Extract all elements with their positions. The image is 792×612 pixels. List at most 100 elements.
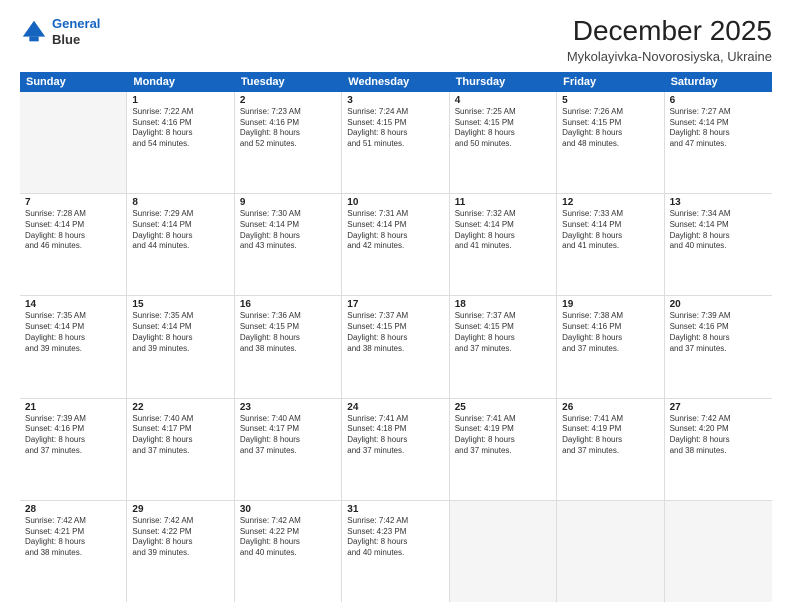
cell-content: Sunrise: 7:35 AM Sunset: 4:14 PM Dayligh… <box>132 311 228 354</box>
calendar-cell: 9Sunrise: 7:30 AM Sunset: 4:14 PM Daylig… <box>235 194 342 295</box>
day-number: 24 <box>347 402 443 413</box>
cell-content: Sunrise: 7:30 AM Sunset: 4:14 PM Dayligh… <box>240 209 336 252</box>
cell-content: Sunrise: 7:36 AM Sunset: 4:15 PM Dayligh… <box>240 311 336 354</box>
cell-content: Sunrise: 7:39 AM Sunset: 4:16 PM Dayligh… <box>25 414 121 457</box>
calendar-cell: 11Sunrise: 7:32 AM Sunset: 4:14 PM Dayli… <box>450 194 557 295</box>
calendar-cell: 30Sunrise: 7:42 AM Sunset: 4:22 PM Dayli… <box>235 501 342 602</box>
calendar-cell: 28Sunrise: 7:42 AM Sunset: 4:21 PM Dayli… <box>20 501 127 602</box>
calendar-cell: 31Sunrise: 7:42 AM Sunset: 4:23 PM Dayli… <box>342 501 449 602</box>
cell-content: Sunrise: 7:37 AM Sunset: 4:15 PM Dayligh… <box>347 311 443 354</box>
page: General Blue December 2025 Mykolayivka-N… <box>0 0 792 612</box>
calendar-cell <box>450 501 557 602</box>
header-day-sunday: Sunday <box>20 72 127 92</box>
day-number: 23 <box>240 402 336 413</box>
calendar-cell: 2Sunrise: 7:23 AM Sunset: 4:16 PM Daylig… <box>235 92 342 193</box>
day-number: 22 <box>132 402 228 413</box>
day-number: 29 <box>132 504 228 515</box>
cell-content: Sunrise: 7:22 AM Sunset: 4:16 PM Dayligh… <box>132 107 228 150</box>
day-number: 15 <box>132 299 228 310</box>
day-number: 7 <box>25 197 121 208</box>
calendar: SundayMondayTuesdayWednesdayThursdayFrid… <box>20 72 772 602</box>
cell-content: Sunrise: 7:33 AM Sunset: 4:14 PM Dayligh… <box>562 209 658 252</box>
header-day-saturday: Saturday <box>665 72 772 92</box>
cell-content: Sunrise: 7:41 AM Sunset: 4:19 PM Dayligh… <box>455 414 551 457</box>
cell-content: Sunrise: 7:26 AM Sunset: 4:15 PM Dayligh… <box>562 107 658 150</box>
cell-content: Sunrise: 7:39 AM Sunset: 4:16 PM Dayligh… <box>670 311 767 354</box>
cell-content: Sunrise: 7:35 AM Sunset: 4:14 PM Dayligh… <box>25 311 121 354</box>
calendar-cell: 8Sunrise: 7:29 AM Sunset: 4:14 PM Daylig… <box>127 194 234 295</box>
day-number: 3 <box>347 95 443 106</box>
calendar-cell <box>557 501 664 602</box>
calendar-cell: 21Sunrise: 7:39 AM Sunset: 4:16 PM Dayli… <box>20 399 127 500</box>
calendar-cell: 18Sunrise: 7:37 AM Sunset: 4:15 PM Dayli… <box>450 296 557 397</box>
day-number: 25 <box>455 402 551 413</box>
main-title: December 2025 <box>567 16 772 47</box>
calendar-cell: 5Sunrise: 7:26 AM Sunset: 4:15 PM Daylig… <box>557 92 664 193</box>
logo-general: General <box>52 16 100 31</box>
calendar-cell: 27Sunrise: 7:42 AM Sunset: 4:20 PM Dayli… <box>665 399 772 500</box>
calendar-cell: 16Sunrise: 7:36 AM Sunset: 4:15 PM Dayli… <box>235 296 342 397</box>
cell-content: Sunrise: 7:28 AM Sunset: 4:14 PM Dayligh… <box>25 209 121 252</box>
cell-content: Sunrise: 7:29 AM Sunset: 4:14 PM Dayligh… <box>132 209 228 252</box>
cell-content: Sunrise: 7:41 AM Sunset: 4:19 PM Dayligh… <box>562 414 658 457</box>
cell-content: Sunrise: 7:42 AM Sunset: 4:21 PM Dayligh… <box>25 516 121 559</box>
cell-content: Sunrise: 7:34 AM Sunset: 4:14 PM Dayligh… <box>670 209 767 252</box>
calendar-cell: 14Sunrise: 7:35 AM Sunset: 4:14 PM Dayli… <box>20 296 127 397</box>
day-number: 26 <box>562 402 658 413</box>
title-block: December 2025 Mykolayivka-Novorosiyska, … <box>567 16 772 64</box>
calendar-cell: 25Sunrise: 7:41 AM Sunset: 4:19 PM Dayli… <box>450 399 557 500</box>
day-number: 4 <box>455 95 551 106</box>
logo-text: General Blue <box>52 16 100 47</box>
cell-content: Sunrise: 7:42 AM Sunset: 4:22 PM Dayligh… <box>240 516 336 559</box>
calendar-cell: 20Sunrise: 7:39 AM Sunset: 4:16 PM Dayli… <box>665 296 772 397</box>
cell-content: Sunrise: 7:24 AM Sunset: 4:15 PM Dayligh… <box>347 107 443 150</box>
calendar-cell: 23Sunrise: 7:40 AM Sunset: 4:17 PM Dayli… <box>235 399 342 500</box>
day-number: 12 <box>562 197 658 208</box>
calendar-row: 21Sunrise: 7:39 AM Sunset: 4:16 PM Dayli… <box>20 399 772 501</box>
calendar-cell: 3Sunrise: 7:24 AM Sunset: 4:15 PM Daylig… <box>342 92 449 193</box>
day-number: 10 <box>347 197 443 208</box>
calendar-cell <box>20 92 127 193</box>
day-number: 19 <box>562 299 658 310</box>
calendar-cell: 26Sunrise: 7:41 AM Sunset: 4:19 PM Dayli… <box>557 399 664 500</box>
day-number: 21 <box>25 402 121 413</box>
header-day-wednesday: Wednesday <box>342 72 449 92</box>
calendar-row: 28Sunrise: 7:42 AM Sunset: 4:21 PM Dayli… <box>20 501 772 602</box>
day-number: 16 <box>240 299 336 310</box>
calendar-cell: 19Sunrise: 7:38 AM Sunset: 4:16 PM Dayli… <box>557 296 664 397</box>
header: General Blue December 2025 Mykolayivka-N… <box>20 16 772 64</box>
day-number: 6 <box>670 95 767 106</box>
header-day-tuesday: Tuesday <box>235 72 342 92</box>
cell-content: Sunrise: 7:40 AM Sunset: 4:17 PM Dayligh… <box>240 414 336 457</box>
calendar-cell: 6Sunrise: 7:27 AM Sunset: 4:14 PM Daylig… <box>665 92 772 193</box>
header-day-thursday: Thursday <box>450 72 557 92</box>
cell-content: Sunrise: 7:42 AM Sunset: 4:23 PM Dayligh… <box>347 516 443 559</box>
cell-content: Sunrise: 7:23 AM Sunset: 4:16 PM Dayligh… <box>240 107 336 150</box>
day-number: 31 <box>347 504 443 515</box>
calendar-cell: 10Sunrise: 7:31 AM Sunset: 4:14 PM Dayli… <box>342 194 449 295</box>
calendar-cell <box>665 501 772 602</box>
cell-content: Sunrise: 7:40 AM Sunset: 4:17 PM Dayligh… <box>132 414 228 457</box>
day-number: 20 <box>670 299 767 310</box>
subtitle: Mykolayivka-Novorosiyska, Ukraine <box>567 49 772 64</box>
cell-content: Sunrise: 7:32 AM Sunset: 4:14 PM Dayligh… <box>455 209 551 252</box>
cell-content: Sunrise: 7:42 AM Sunset: 4:22 PM Dayligh… <box>132 516 228 559</box>
calendar-cell: 29Sunrise: 7:42 AM Sunset: 4:22 PM Dayli… <box>127 501 234 602</box>
calendar-cell: 15Sunrise: 7:35 AM Sunset: 4:14 PM Dayli… <box>127 296 234 397</box>
calendar-cell: 13Sunrise: 7:34 AM Sunset: 4:14 PM Dayli… <box>665 194 772 295</box>
cell-content: Sunrise: 7:41 AM Sunset: 4:18 PM Dayligh… <box>347 414 443 457</box>
day-number: 9 <box>240 197 336 208</box>
day-number: 1 <box>132 95 228 106</box>
calendar-cell: 1Sunrise: 7:22 AM Sunset: 4:16 PM Daylig… <box>127 92 234 193</box>
logo: General Blue <box>20 16 100 47</box>
calendar-cell: 17Sunrise: 7:37 AM Sunset: 4:15 PM Dayli… <box>342 296 449 397</box>
day-number: 13 <box>670 197 767 208</box>
calendar-row: 7Sunrise: 7:28 AM Sunset: 4:14 PM Daylig… <box>20 194 772 296</box>
cell-content: Sunrise: 7:37 AM Sunset: 4:15 PM Dayligh… <box>455 311 551 354</box>
calendar-cell: 24Sunrise: 7:41 AM Sunset: 4:18 PM Dayli… <box>342 399 449 500</box>
day-number: 30 <box>240 504 336 515</box>
calendar-cell: 12Sunrise: 7:33 AM Sunset: 4:14 PM Dayli… <box>557 194 664 295</box>
day-number: 18 <box>455 299 551 310</box>
calendar-body: 1Sunrise: 7:22 AM Sunset: 4:16 PM Daylig… <box>20 92 772 602</box>
cell-content: Sunrise: 7:42 AM Sunset: 4:20 PM Dayligh… <box>670 414 767 457</box>
